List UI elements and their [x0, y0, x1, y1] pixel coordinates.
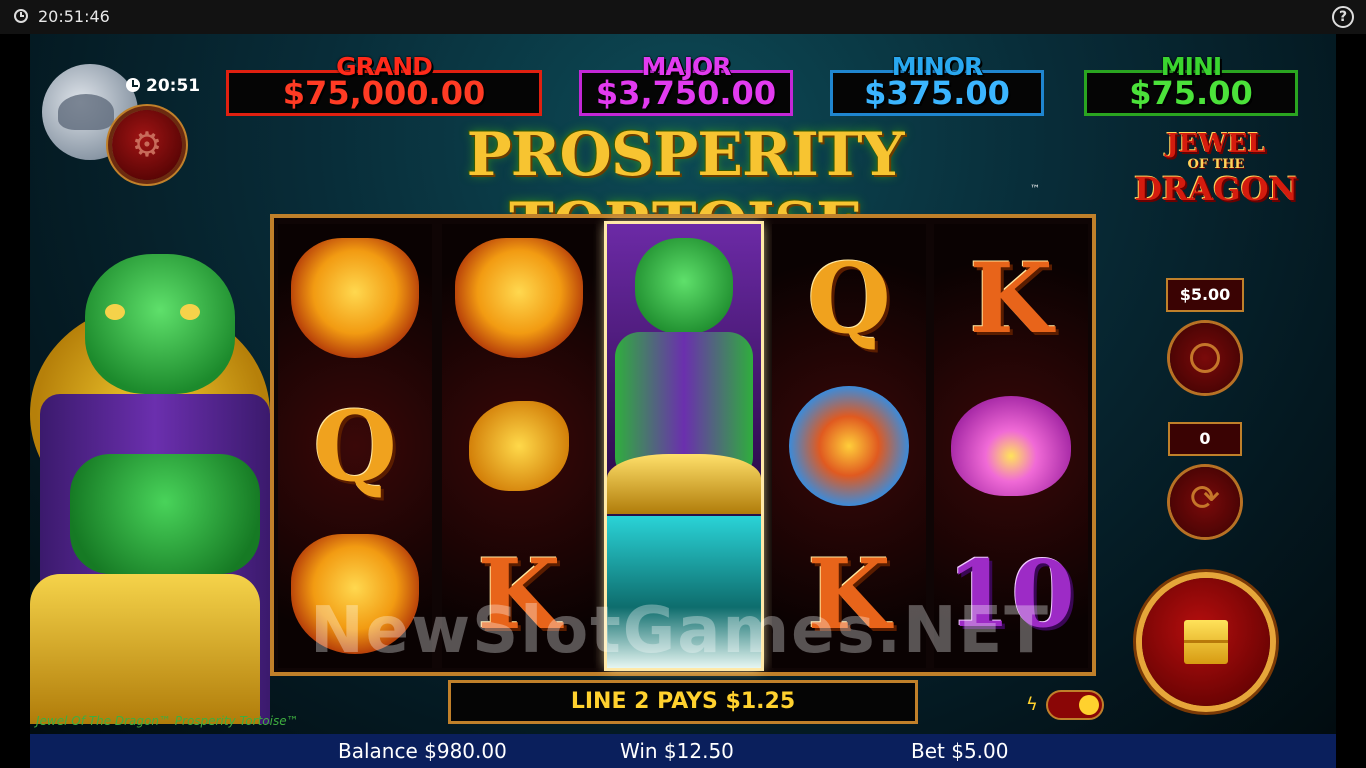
jackpot-mini: MINI $75.00 [1084, 52, 1298, 116]
fish-symbol [469, 401, 569, 491]
toggle-knob [1079, 695, 1099, 715]
win-display: Win $12.50 [620, 739, 734, 763]
turbo-toggle[interactable] [1046, 690, 1104, 720]
jackpot-grand: GRAND $75,000.00 [226, 52, 542, 116]
jackpot-value: $375.00 [864, 74, 1010, 112]
reel-cell [278, 224, 432, 372]
symbol-q: Q [807, 241, 891, 355]
clock-icon [14, 9, 28, 23]
phoenix-symbol [455, 238, 583, 358]
game-clock: 20:51 [126, 76, 200, 96]
watermark: NewSlotGames.NET [310, 594, 1050, 668]
reel-cell: Q [278, 372, 432, 520]
jackpot-value: $3,750.00 [595, 74, 777, 112]
status-bar: Balance $980.00 Win $12.50 Bet $5.00 [30, 734, 1336, 768]
coins-icon [1190, 343, 1220, 373]
jackpot-value: $75.00 [1129, 74, 1253, 112]
stop-icon [1184, 620, 1228, 664]
symbol-q: Q [313, 389, 397, 503]
reel-cell [442, 372, 596, 520]
jewel-of-the-dragon-logo: JEWEL OF THE DRAGON [1134, 129, 1298, 208]
tortoise-stack-symbol [789, 386, 909, 506]
jackpot-major: MAJOR $3,750.00 [579, 52, 793, 116]
trademark: ™ [1030, 184, 1040, 195]
settings-button[interactable]: ⚙ [112, 110, 182, 180]
reel-cell [442, 224, 596, 372]
bet-display: Bet $5.00 [911, 739, 1009, 763]
lightning-icon: ϟ [1026, 694, 1038, 715]
gear-icon: ⚙ [131, 125, 163, 165]
reel-cell [772, 372, 926, 520]
moon-tortoise-silhouette [58, 94, 114, 130]
game-name-caption: Jewel Of The Dragon™ Prosperity Tortoise… [36, 714, 299, 728]
refresh-icon: ⟳ [1189, 478, 1221, 519]
stop-spin-button[interactable] [1142, 578, 1270, 706]
system-bar: 20:51:46 ? [0, 0, 1366, 34]
reel-cell: Q [772, 224, 926, 372]
bet-button[interactable] [1170, 323, 1240, 393]
lotus-symbol [951, 396, 1071, 496]
jackpot-value: $75,000.00 [282, 74, 486, 112]
clock-icon [126, 78, 140, 92]
balance-display: Balance $980.00 [338, 739, 507, 763]
stake-display: $5.00 [1166, 278, 1244, 312]
system-time: 20:51:46 [38, 7, 110, 26]
jackpot-minor: MINOR $375.00 [830, 52, 1044, 116]
game-scene: 20:51 ⚙ GRAND $75,000.00 MAJOR $3,750.00 MIN… [30, 34, 1336, 734]
reel-cell [934, 372, 1088, 520]
reel-cell: K [934, 224, 1088, 372]
phoenix-symbol [291, 238, 419, 358]
autoplay-button[interactable]: ⟳ [1170, 467, 1240, 537]
win-message: LINE 2 PAYS $1.25 [448, 680, 918, 724]
symbol-k: K [969, 241, 1053, 355]
game-clock-time: 20:51 [146, 76, 201, 96]
autoplay-count: 0 [1168, 422, 1242, 456]
help-button[interactable]: ? [1332, 6, 1354, 28]
